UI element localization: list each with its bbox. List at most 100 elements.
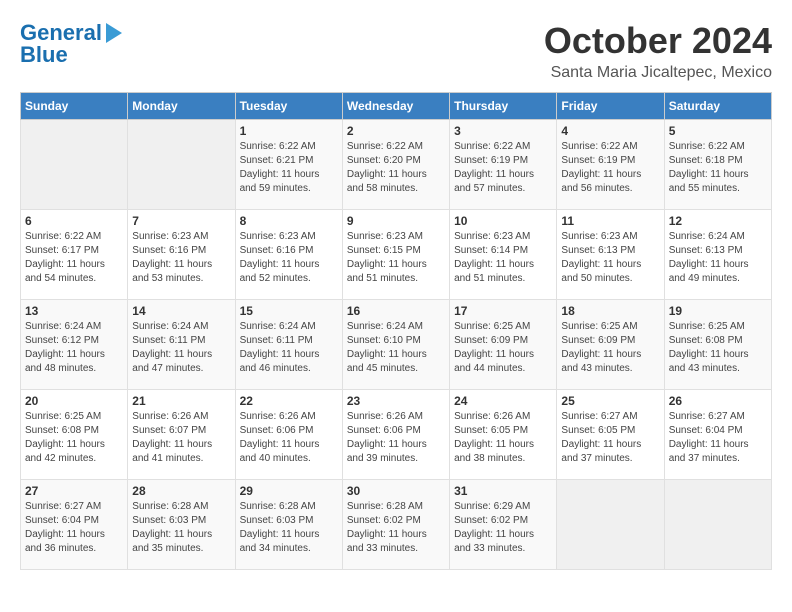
calendar-cell: 14Sunrise: 6:24 AMSunset: 6:11 PMDayligh… bbox=[128, 300, 235, 390]
calendar-cell: 29Sunrise: 6:28 AMSunset: 6:03 PMDayligh… bbox=[235, 480, 342, 570]
day-number: 13 bbox=[25, 304, 123, 318]
day-info: Sunrise: 6:22 AMSunset: 6:19 PMDaylight:… bbox=[561, 140, 659, 196]
day-info: Sunrise: 6:27 AMSunset: 6:04 PMDaylight:… bbox=[669, 410, 767, 466]
day-info: Sunrise: 6:26 AMSunset: 6:05 PMDaylight:… bbox=[454, 410, 552, 466]
day-info: Sunrise: 6:25 AMSunset: 6:09 PMDaylight:… bbox=[561, 320, 659, 376]
day-info: Sunrise: 6:25 AMSunset: 6:09 PMDaylight:… bbox=[454, 320, 552, 376]
day-info: Sunrise: 6:23 AMSunset: 6:13 PMDaylight:… bbox=[561, 230, 659, 286]
day-number: 24 bbox=[454, 394, 552, 408]
day-number: 7 bbox=[132, 214, 230, 228]
day-number: 4 bbox=[561, 124, 659, 138]
day-info: Sunrise: 6:27 AMSunset: 6:04 PMDaylight:… bbox=[25, 500, 123, 556]
day-number: 9 bbox=[347, 214, 445, 228]
day-info: Sunrise: 6:28 AMSunset: 6:02 PMDaylight:… bbox=[347, 500, 445, 556]
calendar-cell: 11 Sunrise: 6:23 AMSunset: 6:13 PMDayligh… bbox=[557, 210, 664, 300]
day-number: 2 bbox=[347, 124, 445, 138]
calendar-cell: 4 Sunrise: 6:22 AMSunset: 6:19 PMDaylight… bbox=[557, 120, 664, 210]
calendar-cell: 31Sunrise: 6:29 AMSunset: 6:02 PMDayligh… bbox=[450, 480, 557, 570]
calendar-cell: 5Sunrise: 6:22 AMSunset: 6:18 PMDaylight… bbox=[664, 120, 771, 210]
day-number: 20 bbox=[25, 394, 123, 408]
day-number: 23 bbox=[347, 394, 445, 408]
day-info: Sunrise: 6:24 AMSunset: 6:12 PMDaylight:… bbox=[25, 320, 123, 376]
day-number: 30 bbox=[347, 484, 445, 498]
calendar-cell: 6 Sunrise: 6:22 AMSunset: 6:17 PMDaylight… bbox=[21, 210, 128, 300]
calendar-cell bbox=[128, 120, 235, 210]
day-info: Sunrise: 6:24 AMSunset: 6:13 PMDaylight:… bbox=[669, 230, 767, 286]
calendar-cell: 16 Sunrise: 6:24 AMSunset: 6:10 PMDayligh… bbox=[342, 300, 449, 390]
calendar-table: SundayMondayTuesdayWednesdayThursdayFrid… bbox=[20, 92, 772, 570]
calendar-cell: 8Sunrise: 6:23 AMSunset: 6:16 PMDaylight… bbox=[235, 210, 342, 300]
weekday-header-saturday: Saturday bbox=[664, 93, 771, 120]
calendar-cell: 26 Sunrise: 6:27 AMSunset: 6:04 PMDayligh… bbox=[664, 390, 771, 480]
calendar-cell: 1 Sunrise: 6:22 AMSunset: 6:21 PMDaylight… bbox=[235, 120, 342, 210]
day-number: 16 bbox=[347, 304, 445, 318]
day-number: 1 bbox=[240, 124, 338, 138]
day-info: Sunrise: 6:27 AMSunset: 6:05 PMDaylight:… bbox=[561, 410, 659, 466]
calendar-week-row: 20Sunrise: 6:25 AMSunset: 6:08 PMDayligh… bbox=[21, 390, 772, 480]
logo-arrow-icon bbox=[106, 23, 122, 43]
calendar-cell: 19 Sunrise: 6:25 AMSunset: 6:08 PMDayligh… bbox=[664, 300, 771, 390]
day-info: Sunrise: 6:22 AMSunset: 6:21 PMDaylight:… bbox=[240, 140, 338, 196]
day-number: 31 bbox=[454, 484, 552, 498]
day-number: 25 bbox=[561, 394, 659, 408]
day-number: 10 bbox=[454, 214, 552, 228]
calendar-week-row: 27Sunrise: 6:27 AMSunset: 6:04 PMDayligh… bbox=[21, 480, 772, 570]
day-info: Sunrise: 6:28 AMSunset: 6:03 PMDaylight:… bbox=[132, 500, 230, 556]
weekday-header-sunday: Sunday bbox=[21, 93, 128, 120]
day-info: Sunrise: 6:23 AMSunset: 6:16 PMDaylight:… bbox=[132, 230, 230, 286]
calendar-cell: 25 Sunrise: 6:27 AMSunset: 6:05 PMDayligh… bbox=[557, 390, 664, 480]
day-info: Sunrise: 6:28 AMSunset: 6:03 PMDaylight:… bbox=[240, 500, 338, 556]
day-number: 6 bbox=[25, 214, 123, 228]
calendar-cell: 9 Sunrise: 6:23 AMSunset: 6:15 PMDaylight… bbox=[342, 210, 449, 300]
page-header: General Blue October 2024 Santa Maria Ji… bbox=[20, 20, 772, 82]
day-number: 26 bbox=[669, 394, 767, 408]
calendar-cell: 13 Sunrise: 6:24 AMSunset: 6:12 PMDayligh… bbox=[21, 300, 128, 390]
weekday-header-thursday: Thursday bbox=[450, 93, 557, 120]
day-info: Sunrise: 6:26 AMSunset: 6:06 PMDaylight:… bbox=[347, 410, 445, 466]
logo-blue: Blue bbox=[20, 42, 68, 68]
day-info: Sunrise: 6:24 AMSunset: 6:10 PMDaylight:… bbox=[347, 320, 445, 376]
day-info: Sunrise: 6:22 AMSunset: 6:17 PMDaylight:… bbox=[25, 230, 123, 286]
day-number: 15 bbox=[240, 304, 338, 318]
day-number: 28 bbox=[132, 484, 230, 498]
day-info: Sunrise: 6:25 AMSunset: 6:08 PMDaylight:… bbox=[669, 320, 767, 376]
weekday-header-wednesday: Wednesday bbox=[342, 93, 449, 120]
day-info: Sunrise: 6:23 AMSunset: 6:14 PMDaylight:… bbox=[454, 230, 552, 286]
calendar-cell: 17Sunrise: 6:25 AMSunset: 6:09 PMDayligh… bbox=[450, 300, 557, 390]
calendar-cell: 2 Sunrise: 6:22 AMSunset: 6:20 PMDaylight… bbox=[342, 120, 449, 210]
day-info: Sunrise: 6:22 AMSunset: 6:19 PMDaylight:… bbox=[454, 140, 552, 196]
day-info: Sunrise: 6:23 AMSunset: 6:16 PMDaylight:… bbox=[240, 230, 338, 286]
day-info: Sunrise: 6:23 AMSunset: 6:15 PMDaylight:… bbox=[347, 230, 445, 286]
day-number: 18 bbox=[561, 304, 659, 318]
day-info: Sunrise: 6:24 AMSunset: 6:11 PMDaylight:… bbox=[240, 320, 338, 376]
calendar-cell: 30 Sunrise: 6:28 AMSunset: 6:02 PMDayligh… bbox=[342, 480, 449, 570]
calendar-cell: 10 Sunrise: 6:23 AMSunset: 6:14 PMDayligh… bbox=[450, 210, 557, 300]
day-info: Sunrise: 6:26 AMSunset: 6:06 PMDaylight:… bbox=[240, 410, 338, 466]
calendar-cell: 24 Sunrise: 6:26 AMSunset: 6:05 PMDayligh… bbox=[450, 390, 557, 480]
calendar-cell: 12 Sunrise: 6:24 AMSunset: 6:13 PMDayligh… bbox=[664, 210, 771, 300]
day-info: Sunrise: 6:22 AMSunset: 6:18 PMDaylight:… bbox=[669, 140, 767, 196]
calendar-week-row: 1 Sunrise: 6:22 AMSunset: 6:21 PMDaylight… bbox=[21, 120, 772, 210]
calendar-week-row: 13 Sunrise: 6:24 AMSunset: 6:12 PMDayligh… bbox=[21, 300, 772, 390]
calendar-cell: 27Sunrise: 6:27 AMSunset: 6:04 PMDayligh… bbox=[21, 480, 128, 570]
month-title: October 2024 bbox=[544, 20, 772, 62]
calendar-cell: 28 Sunrise: 6:28 AMSunset: 6:03 PMDayligh… bbox=[128, 480, 235, 570]
day-number: 22 bbox=[240, 394, 338, 408]
weekday-header-friday: Friday bbox=[557, 93, 664, 120]
day-number: 3 bbox=[454, 124, 552, 138]
calendar-cell bbox=[664, 480, 771, 570]
day-info: Sunrise: 6:22 AMSunset: 6:20 PMDaylight:… bbox=[347, 140, 445, 196]
calendar-cell: 7 Sunrise: 6:23 AMSunset: 6:16 PMDaylight… bbox=[128, 210, 235, 300]
calendar-cell: 22 Sunrise: 6:26 AMSunset: 6:06 PMDayligh… bbox=[235, 390, 342, 480]
logo: General Blue bbox=[20, 20, 122, 68]
day-number: 12 bbox=[669, 214, 767, 228]
calendar-cell: 21Sunrise: 6:26 AMSunset: 6:07 PMDayligh… bbox=[128, 390, 235, 480]
weekday-header-tuesday: Tuesday bbox=[235, 93, 342, 120]
calendar-cell: 18 Sunrise: 6:25 AMSunset: 6:09 PMDayligh… bbox=[557, 300, 664, 390]
day-number: 19 bbox=[669, 304, 767, 318]
day-number: 14 bbox=[132, 304, 230, 318]
day-number: 11 bbox=[561, 214, 659, 228]
location-title: Santa Maria Jicaltepec, Mexico bbox=[544, 64, 772, 82]
weekday-header-monday: Monday bbox=[128, 93, 235, 120]
title-block: October 2024 Santa Maria Jicaltepec, Mex… bbox=[544, 20, 772, 82]
